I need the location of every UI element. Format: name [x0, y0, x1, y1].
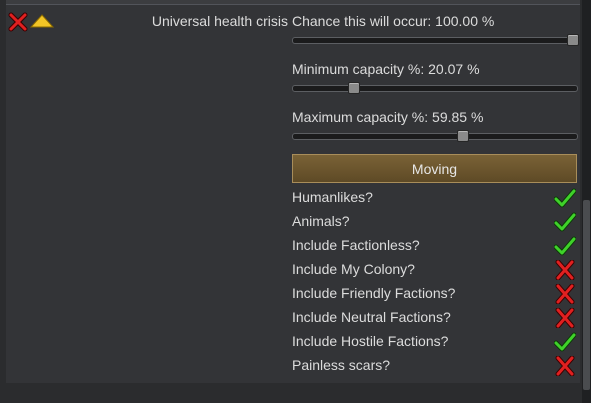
option-row[interactable]: Humanlikes?: [292, 186, 578, 210]
checkmark-icon[interactable]: [553, 212, 577, 232]
option-row[interactable]: Include Neutral Factions?: [292, 306, 578, 330]
min-capacity-slider[interactable]: [292, 82, 578, 94]
cross-icon[interactable]: [554, 283, 576, 305]
option-label: Include Friendly Factions?: [292, 285, 456, 301]
scrollbar[interactable]: [582, 0, 591, 403]
max-capacity-slider[interactable]: [292, 130, 578, 142]
cross-icon[interactable]: [554, 259, 576, 281]
option-label: Include Factionless?: [292, 237, 420, 253]
delete-icon[interactable]: [8, 12, 28, 32]
option-row[interactable]: Include My Colony?: [292, 258, 578, 282]
max-capacity-label: Maximum capacity %: 59.85 %: [292, 109, 484, 125]
option-label: Include Neutral Factions?: [292, 309, 451, 325]
collapse-triangle-icon[interactable]: [29, 14, 55, 28]
slider-handle[interactable]: [347, 82, 360, 94]
moving-mode-button[interactable]: Moving: [292, 154, 577, 183]
checkmark-icon[interactable]: [553, 188, 577, 208]
checkmark-icon[interactable]: [553, 332, 577, 352]
incident-title: Universal health crisis: [151, 13, 288, 29]
slider-track: [292, 37, 578, 44]
option-row[interactable]: Animals?: [292, 210, 578, 234]
option-row[interactable]: Painless scars?: [292, 354, 578, 378]
option-label: Include My Colony?: [292, 261, 415, 277]
scrollbar-thumb[interactable]: [583, 200, 590, 390]
chance-slider[interactable]: [292, 34, 579, 46]
chance-label: Chance this will occur: 100.00 %: [292, 13, 495, 29]
min-capacity-label: Minimum capacity %: 20.07 %: [292, 61, 480, 77]
option-row[interactable]: Include Factionless?: [292, 234, 578, 258]
slider-track: [292, 85, 578, 92]
option-label: Include Hostile Factions?: [292, 333, 449, 349]
slider-handle[interactable]: [567, 34, 579, 46]
option-label: Humanlikes?: [292, 189, 373, 205]
slider-track: [292, 133, 578, 140]
cross-icon[interactable]: [554, 307, 576, 329]
slider-handle[interactable]: [456, 130, 469, 142]
option-row[interactable]: Include Hostile Factions?: [292, 330, 578, 354]
option-label: Painless scars?: [292, 357, 391, 373]
checkmark-icon[interactable]: [553, 236, 577, 256]
option-row[interactable]: Include Friendly Factions?: [292, 282, 578, 306]
cross-icon[interactable]: [554, 355, 576, 377]
option-label: Animals?: [292, 213, 350, 229]
